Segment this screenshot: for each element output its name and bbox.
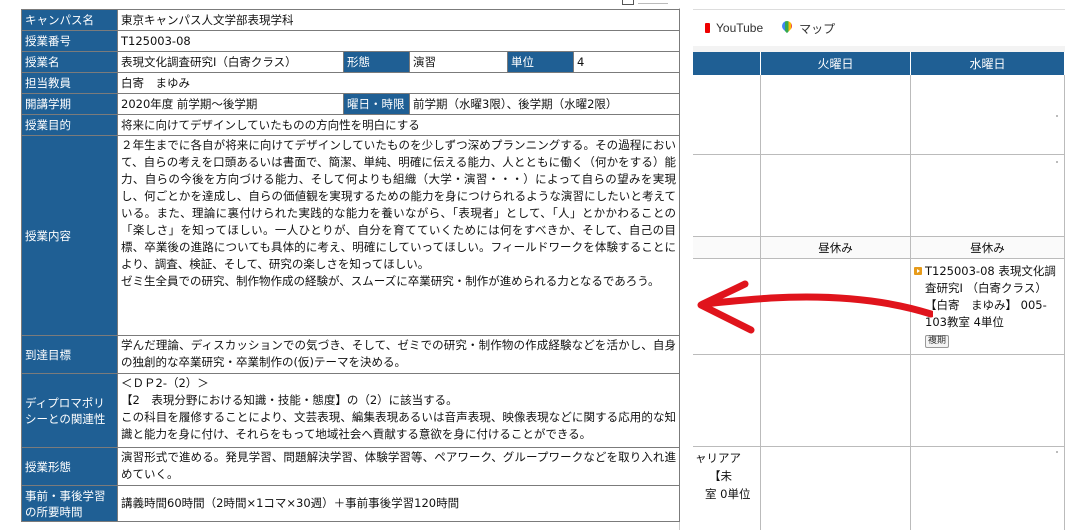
label-content: 授業内容 — [21, 135, 118, 336]
label-goal: 到達目標 — [21, 335, 118, 374]
timetable-row — [693, 355, 1065, 447]
value-diploma-policy: ＜ＤＰ2-（2）＞ 【2 表現分野における知識・技能・態度】の（2）に該当する。… — [116, 373, 681, 448]
timetable-row — [693, 155, 1065, 237]
value-campus: 東京キャンパス人文学部表現学科 — [116, 9, 681, 31]
lunch-cell — [693, 237, 761, 258]
label-study-hours: 事前・事後学習の所要時間 — [21, 485, 118, 522]
label-term: 開講学期 — [21, 93, 118, 115]
row-purpose: 授業目的 将来に向けてデザインしていたものの方向性を明白にする — [21, 114, 681, 136]
maps-icon — [781, 21, 793, 35]
value-format: 演習 — [409, 51, 508, 73]
dp-paragraph: この科目を履修することにより、文芸表現、編集表現あるいは音声表現、映像表現などに… — [121, 410, 677, 441]
value-purpose: 将来に向けてデザインしていたものの方向性を明白にする — [116, 114, 681, 136]
row-course-name: 授業名 表現文化調査研究I（白寄クラス） 形態 演習 単位 4 — [21, 51, 681, 73]
partial-course-cell[interactable]: ャリアア 【未 室 0単位 — [693, 447, 761, 530]
timetable-window: YouTube マップ 火曜日 水曜日 昼休み 昼休み T125003-08 表… — [693, 0, 1065, 530]
lunch-row: 昼休み 昼休み — [693, 237, 1065, 259]
dp-paragraph: ＜ＤＰ2-（2）＞ — [121, 376, 209, 390]
value-course-number: T125003-08 — [116, 30, 681, 52]
label-campus: キャンパス名 — [21, 9, 118, 31]
label-diploma-policy: ディプロマポリシーとの関連性 — [21, 373, 118, 448]
row-term: 開講学期 2020年度 前学期～後学期 曜日・時限 前学期（水曜3限）、後学期（… — [21, 93, 681, 115]
content-paragraph: ２年生までに各自が将来に向けてデザインしていたものを少しずつ深めプランニングする… — [121, 138, 677, 271]
value-term: 2020年度 前学期～後学期 — [117, 93, 344, 115]
syllabus-window: キャンパス名 東京キャンパス人文学部表現学科 授業番号 T125003-08 授… — [0, 0, 681, 530]
label-course-name: 授業名 — [21, 51, 118, 73]
label-course-number: 授業番号 — [21, 30, 118, 52]
value-credits: 4 — [572, 51, 681, 73]
header-tuesday: 火曜日 — [761, 52, 911, 75]
lunch-cell: 昼休み — [911, 237, 1065, 258]
timetable-row: ャリアア 【未 室 0単位 — [693, 447, 1065, 530]
row-class-format: 授業形態 演習形式で進める。発見学習、問題解決学習、体験学習等、ペアワーク、グル… — [21, 447, 681, 486]
window-top-strip — [693, 0, 1065, 10]
label-class-format: 授業形態 — [21, 447, 118, 486]
header-cell — [693, 52, 761, 75]
row-content: 授業内容 ２年生までに各自が将来に向けてデザインしていたものを少しずつ深めプラン… — [21, 135, 681, 336]
value-class-format: 演習形式で進める。発見学習、問題解決学習、体験学習等、ペアワーク、グループワーク… — [116, 447, 681, 486]
row-goal: 到達目標 学んだ理論、ディスカッションでの気づき、そして、ゼミでの研究・制作物の… — [21, 335, 681, 374]
value-course-name: 表現文化調査研究I（白寄クラス） — [117, 51, 344, 73]
label-day-period: 曜日・時限 — [343, 93, 410, 115]
value-instructor: 白寄 まゆみ — [116, 72, 681, 94]
bookmark-label: YouTube — [716, 21, 764, 35]
header-wednesday: 水曜日 — [911, 52, 1065, 75]
row-instructor: 担当教員 白寄 まゆみ — [21, 72, 681, 94]
timetable-row — [693, 75, 1065, 155]
lunch-cell: 昼休み — [761, 237, 911, 258]
red-arrow-annotation — [697, 280, 933, 334]
value-study-hours: 講義時間60時間（2時間×1コマ×30週）＋事前事後学習120時間 — [116, 485, 681, 522]
label-credits: 単位 — [507, 51, 574, 73]
label-purpose: 授業目的 — [21, 114, 118, 136]
syllabus-top-strip — [0, 0, 680, 8]
checkbox-label — [638, 0, 668, 4]
course-arrow-icon — [914, 267, 922, 275]
row-course-number: 授業番号 T125003-08 — [21, 30, 681, 52]
value-day-period: 前学期（水曜3限）、後学期（水曜2限） — [408, 93, 681, 115]
value-goal: 学んだ理論、ディスカッションでの気づき、そして、ゼミでの研究・制作物の作成経験な… — [116, 335, 681, 374]
bookmark-label: マップ — [799, 21, 836, 36]
course-text[interactable]: T125003-08 表現文化調査研究I （白寄クラス） 【白寄 まゆみ】 00… — [925, 264, 1056, 329]
content-paragraph: ゼミ生全員での研究、制作物作成の経験が、スムーズに卒業研究・制作が進められる力と… — [121, 274, 660, 288]
youtube-icon — [705, 23, 710, 33]
label-format: 形態 — [343, 51, 410, 73]
dp-paragraph: 【2 表現分野における知識・技能・態度】の（2）に該当する。 — [121, 393, 458, 407]
value-content: ２年生までに各自が将来に向けてデザインしていたものを少しずつ深めプランニングする… — [116, 135, 681, 336]
timetable-header: 火曜日 水曜日 — [693, 52, 1065, 75]
bookmarks-bar: YouTube マップ — [693, 10, 1065, 46]
bookmark-maps[interactable]: マップ — [781, 20, 835, 37]
course-cell[interactable]: T125003-08 表現文化調査研究I （白寄クラス） 【白寄 まゆみ】 00… — [911, 259, 1065, 354]
label-instructor: 担当教員 — [21, 72, 118, 94]
syllabus-table: キャンパス名 東京キャンパス人文学部表現学科 授業番号 T125003-08 授… — [21, 9, 681, 522]
bookmark-youtube[interactable]: YouTube — [705, 21, 763, 35]
row-study-hours: 事前・事後学習の所要時間 講義時間60時間（2時間×1コマ×30週）＋事前事後学… — [21, 485, 681, 522]
checkbox[interactable] — [622, 0, 634, 5]
row-campus: キャンパス名 東京キャンパス人文学部表現学科 — [21, 9, 681, 31]
row-diploma-policy: ディプロマポリシーとの関連性 ＜ＤＰ2-（2）＞ 【2 表現分野における知識・技… — [21, 373, 681, 448]
